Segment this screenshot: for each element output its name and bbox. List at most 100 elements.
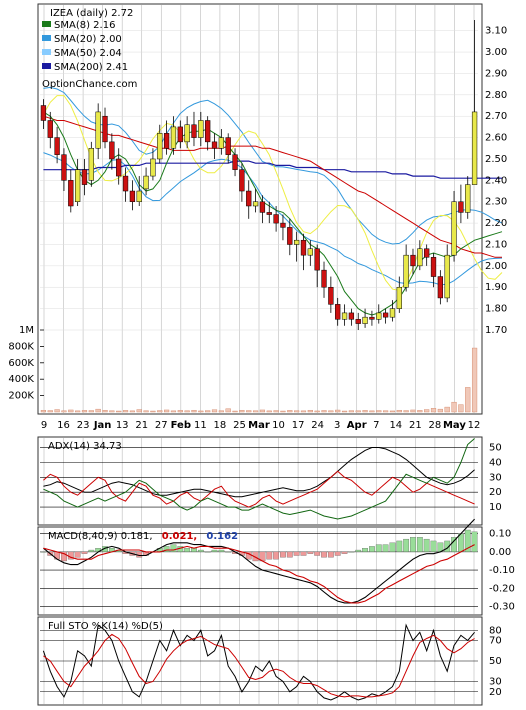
candle-body xyxy=(328,286,334,305)
price-y-tick-label: 1.90 xyxy=(485,282,507,293)
volume-bar xyxy=(164,409,170,413)
macd-histogram-bar xyxy=(355,549,362,553)
candle-body xyxy=(102,115,108,143)
volume-bar xyxy=(266,410,272,413)
volume-bar xyxy=(47,410,53,413)
macd-histogram-bar xyxy=(293,551,300,556)
volume-bar xyxy=(383,410,389,413)
volume-bar xyxy=(239,409,245,413)
price-y-tick-label: 2.50 xyxy=(485,154,507,165)
x-tick-label: May xyxy=(443,420,466,431)
candle-body xyxy=(369,316,375,320)
x-tick-label: Feb xyxy=(171,420,191,431)
volume-bar xyxy=(355,410,361,413)
x-tick-label: 25 xyxy=(233,420,246,431)
candle-body xyxy=(232,154,238,170)
macd-histogram-bar xyxy=(375,544,382,553)
candle-body xyxy=(307,248,313,256)
macd-histogram-bar xyxy=(191,548,197,553)
x-tick-label: Mar xyxy=(248,420,270,431)
sto-y-tick-label: 70 xyxy=(489,636,502,647)
candle-body xyxy=(157,133,163,160)
macd-histogram-bar xyxy=(204,551,211,553)
x-tick-label: 16 xyxy=(57,420,70,431)
volume-y-tick-label: 600K xyxy=(8,358,34,369)
macd-histogram-bar xyxy=(341,551,348,554)
volume-bar xyxy=(68,409,74,413)
macd-histogram-bar xyxy=(416,537,423,553)
candle-body xyxy=(458,201,464,213)
price-y-tick-label: 2.80 xyxy=(485,90,507,101)
candle-body xyxy=(287,227,293,245)
x-tick-label: 14 xyxy=(389,420,402,431)
volume-y-tick-label: 1M xyxy=(19,325,34,336)
candle-body xyxy=(471,111,478,185)
candle-body xyxy=(259,201,266,213)
candle-body xyxy=(314,248,320,271)
candle-body xyxy=(81,169,88,185)
volume-bar xyxy=(287,410,293,413)
volume-bar xyxy=(471,347,478,413)
volume-bar xyxy=(102,409,108,413)
candle-body xyxy=(184,124,190,143)
macd-histogram-bar xyxy=(334,551,341,556)
candle-body xyxy=(246,190,252,207)
candle-body xyxy=(341,312,348,320)
volume-bar xyxy=(232,410,238,413)
volume-bar xyxy=(205,410,211,413)
chart-stage: 9 16 23 Jan 13 21 27 Feb 11 18 25 Mar 10 17 24 3 Apr 7 14 2… xyxy=(0,0,526,706)
x-tick-label: 13 xyxy=(116,420,129,431)
macd-histogram-bar xyxy=(286,551,293,558)
price-chart-title: IZEA (daily) 2.72 xyxy=(50,8,133,19)
candle-body xyxy=(40,105,47,121)
price-y-tick-label: 2.30 xyxy=(485,197,507,208)
macd-histogram-bar xyxy=(88,549,95,553)
macd-histogram-bar xyxy=(314,551,321,556)
macd-y-tick-label: -0.20 xyxy=(489,583,515,594)
candle-body xyxy=(376,312,382,320)
legend-swatch-sma50 xyxy=(42,49,51,55)
volume-bar xyxy=(252,410,259,413)
x-tick-label: 28 xyxy=(429,420,442,431)
candle-body xyxy=(362,316,368,324)
volume-bar xyxy=(177,410,183,413)
x-tick-label: 7 xyxy=(373,420,379,431)
volume-bar xyxy=(348,410,354,413)
volume-bar xyxy=(198,410,204,413)
volume-bar xyxy=(417,410,423,413)
candle-body xyxy=(348,312,355,320)
candle-body xyxy=(95,111,101,149)
x-tick-label: 21 xyxy=(135,420,148,431)
x-tick-label: 9 xyxy=(41,420,47,431)
volume-bar xyxy=(307,409,313,413)
macd-y-tick-label: -0.30 xyxy=(489,602,515,613)
x-tick-label: 10 xyxy=(272,420,285,431)
volume-bar xyxy=(95,408,101,413)
volume-bar xyxy=(321,410,327,413)
macd-histogram-bar xyxy=(211,549,218,553)
volume-y-tick-label: 200K xyxy=(8,391,34,402)
macd-histogram-bar xyxy=(403,538,410,553)
x-tick-label: 27 xyxy=(155,420,168,431)
volume-bar xyxy=(424,409,430,413)
candle-body xyxy=(225,137,231,155)
x-tick-label: Jan xyxy=(93,420,112,431)
sto-y-tick-label: 20 xyxy=(489,687,502,698)
x-tick-label: 21 xyxy=(409,420,422,431)
volume-bar xyxy=(150,410,156,413)
price-y-tick-label: 1.70 xyxy=(485,325,507,336)
macd-y-tick-label: 0.00 xyxy=(489,547,511,558)
price-y-tick-label: 2.20 xyxy=(485,218,507,229)
price-y-tick-label: 3.10 xyxy=(485,26,507,37)
macd-histogram-bar xyxy=(389,542,396,553)
macd-histogram-bar xyxy=(382,544,389,553)
volume-bar xyxy=(430,408,437,413)
sto-y-tick-label: 50 xyxy=(489,656,502,667)
volume-bar xyxy=(444,406,450,413)
price-y-tick-label: 3.00 xyxy=(485,47,507,58)
macd-histogram-bar xyxy=(197,549,204,553)
volume-bar xyxy=(437,408,443,413)
candle-body xyxy=(396,286,402,309)
macd-histogram-bar xyxy=(225,551,232,553)
candle-body xyxy=(403,254,409,288)
